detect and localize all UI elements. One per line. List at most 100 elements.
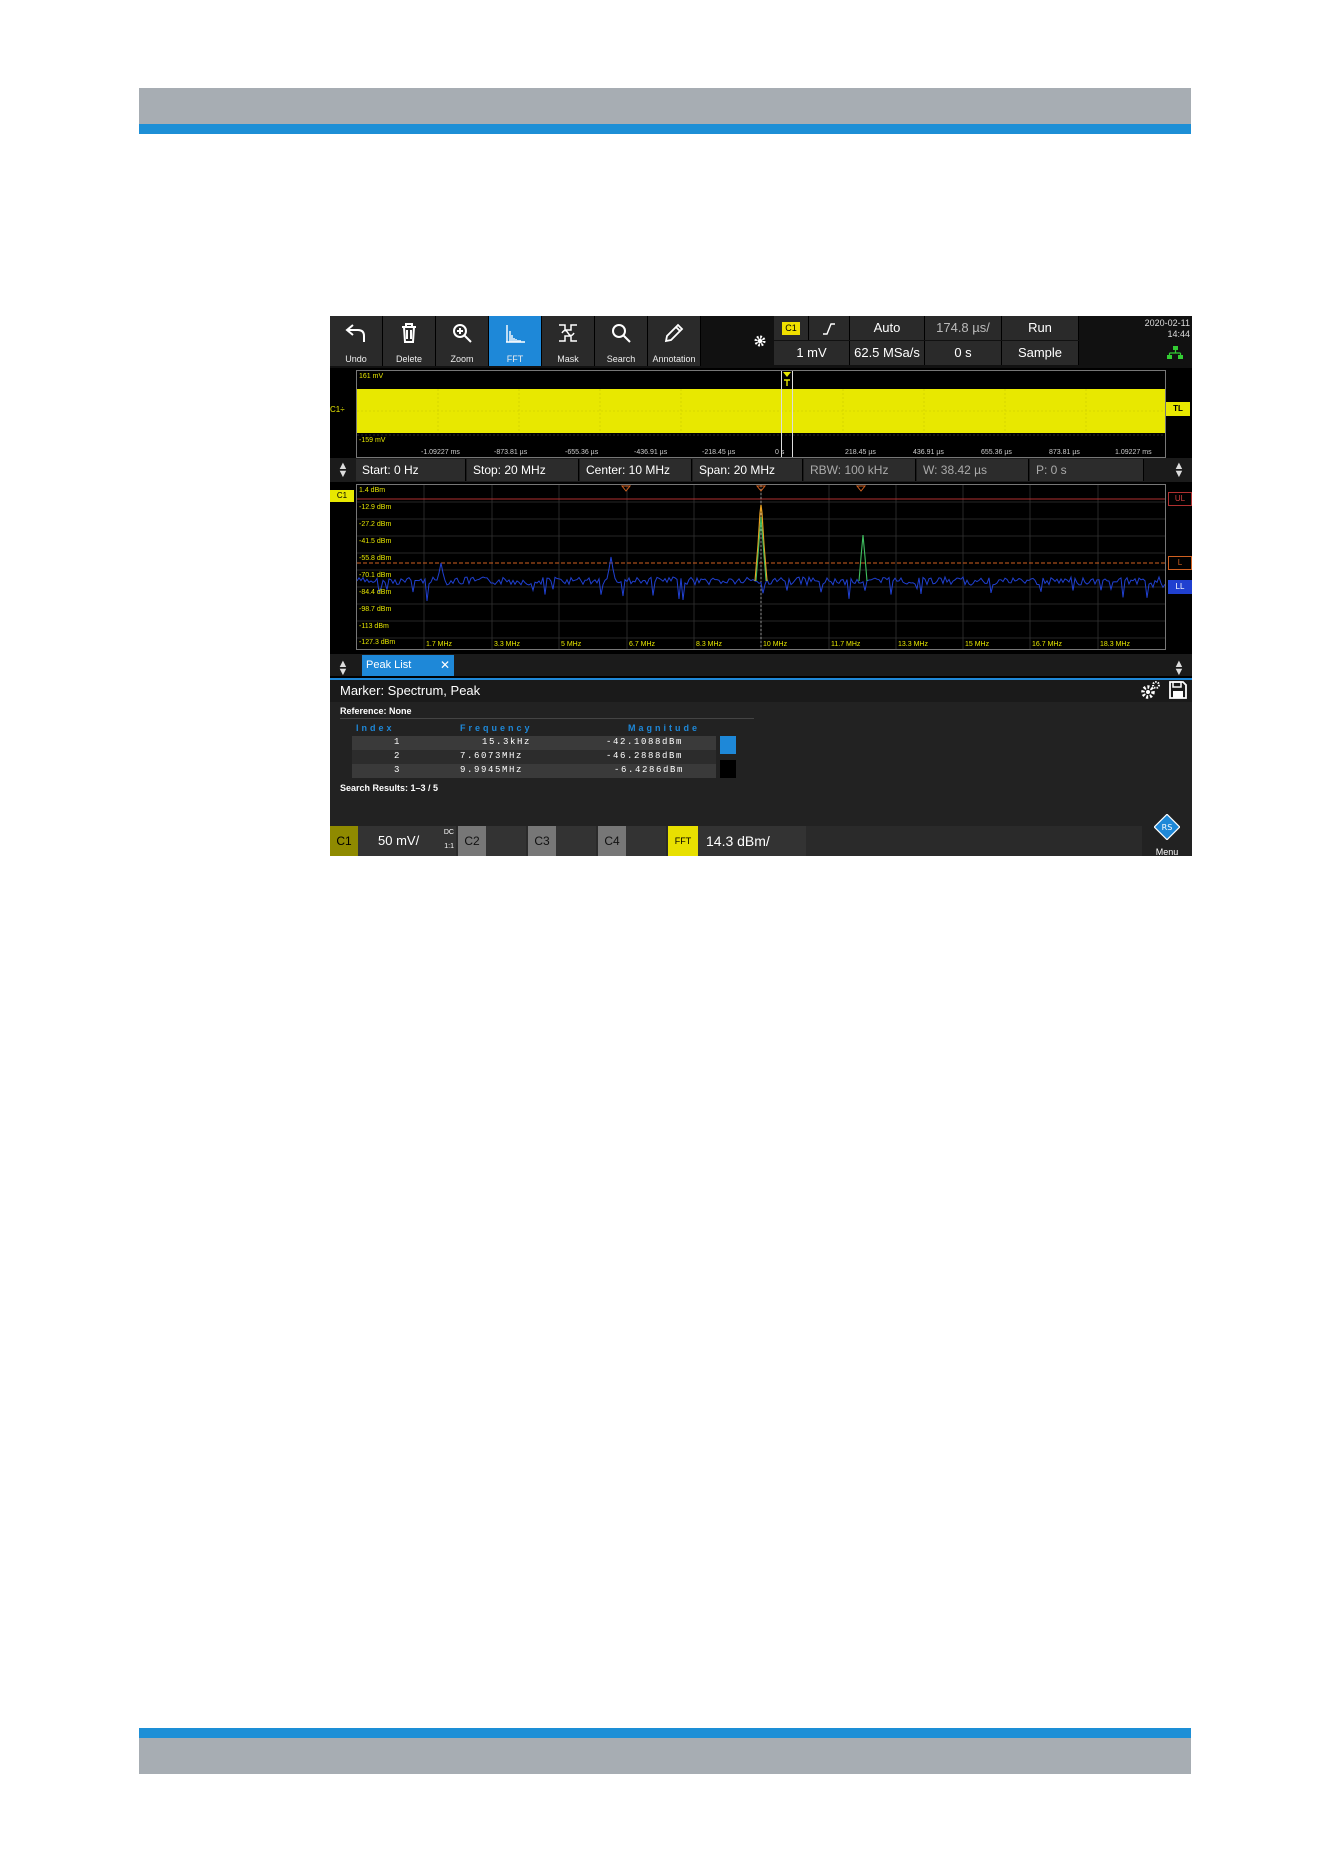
close-icon[interactable]: ✕ xyxy=(440,655,450,676)
spectrum-y-label: -41.5 dBm xyxy=(359,538,392,545)
channel-c4-settings[interactable] xyxy=(626,826,666,856)
cell-magnitude: -42.1088dBm xyxy=(606,737,684,747)
fft-tab[interactable]: FFT xyxy=(668,826,698,856)
table-row[interactable]: 1 15.3kHz -42.1088dBm xyxy=(352,736,716,750)
spectrum-y-label: -113 dBm xyxy=(359,623,389,630)
mask-button[interactable]: Mask xyxy=(542,316,595,366)
trash-icon xyxy=(402,323,416,343)
updown-icon[interactable]: ▲ ▼ xyxy=(336,659,350,678)
trigger-source-badge: C1 xyxy=(782,322,800,336)
annotation-button[interactable]: Annotation xyxy=(648,316,701,366)
spectrum-x-label: 11.7 MHz xyxy=(831,641,861,648)
peak-secondary-trace xyxy=(858,534,868,582)
lower-limit-tag[interactable]: LL xyxy=(1168,580,1192,594)
fft-icon xyxy=(506,325,525,343)
c1-scale: 50 mV/ xyxy=(378,833,420,848)
delete-button[interactable]: Delete xyxy=(383,316,436,366)
table-row[interactable]: 2 7.6073MHz -46.2888dBm xyxy=(352,750,716,764)
trigger-level-tag[interactable]: TL xyxy=(1166,402,1190,416)
cell-frequency: 9.9945MHz xyxy=(460,765,524,775)
spectrum-x-label: 10 MHz xyxy=(763,641,788,648)
trigger-edge[interactable] xyxy=(809,316,850,340)
updown-icon[interactable]: ▲ ▼ xyxy=(336,461,350,480)
spectrum-window[interactable]: W: 38.42 µs xyxy=(917,459,1029,481)
spectrum-span[interactable]: Span: 20 MHz xyxy=(693,459,803,481)
cell-frequency: 15.3kHz xyxy=(482,737,532,747)
spectrum-start[interactable]: Start: 0 Hz xyxy=(356,459,466,481)
cell-index: 1 xyxy=(394,737,402,747)
spectrum-settings-bar: ▲ ▼ Start: 0 Hz Stop: 20 MHz Center: 10 M… xyxy=(330,458,1192,482)
annotation-label: Annotation xyxy=(652,354,696,364)
search-label: Search xyxy=(606,354,636,364)
zoom-icon xyxy=(453,324,472,343)
cell-index: 2 xyxy=(394,751,402,761)
fft-scale[interactable]: 14.3 dBm/ xyxy=(698,826,806,856)
trigger-position-marker[interactable] xyxy=(781,371,793,457)
save-icon[interactable] xyxy=(1168,680,1188,700)
column-header-magnitude: Magnitude xyxy=(628,723,700,733)
spectrum-rbw[interactable]: RBW: 100 kHz xyxy=(804,459,916,481)
spectrum-x-label: 13.3 MHz xyxy=(898,641,928,648)
spectrum-channel-marker[interactable]: C1 xyxy=(330,490,354,502)
channel-c2-settings[interactable] xyxy=(486,826,526,856)
spectrum-x-label: 18.3 MHz xyxy=(1100,641,1130,648)
waveform-diagram[interactable]: 161 mV -159 mV -1.09227 ms -873.81 µs -6… xyxy=(356,370,1166,458)
spectrum-y-label: -98.7 dBm xyxy=(359,606,392,613)
spectrum-center[interactable]: Center: 10 MHz xyxy=(580,459,692,481)
time-tick: -436.91 µs xyxy=(634,449,668,456)
zoom-button[interactable]: Zoom xyxy=(436,316,489,366)
sample-rate[interactable]: 62.5 MSa/s xyxy=(850,341,925,365)
waveform-channel-label: C1 xyxy=(330,405,341,414)
horizontal-position[interactable]: 0 s xyxy=(925,341,1002,365)
cell-magnitude: -6.4286dBm xyxy=(614,765,685,775)
channel-c2-tab[interactable]: C2 xyxy=(458,826,486,856)
peak-list-header: Marker: Spectrum, Peak xyxy=(330,678,1192,702)
datetime: 2020-02-11 14:44 xyxy=(1140,318,1190,340)
updown-icon[interactable]: ▲ ▼ xyxy=(1172,659,1186,678)
channel-c1-tab[interactable]: C1 xyxy=(330,826,358,856)
zoom-label: Zoom xyxy=(450,354,474,364)
waveform-channel-marker[interactable]: C1÷ xyxy=(330,404,354,416)
row-color-swatch xyxy=(720,760,736,778)
svg-text:RS: RS xyxy=(1162,823,1173,832)
spectrum-y-label: -27.2 dBm xyxy=(359,521,392,528)
acquire-mode[interactable]: Sample xyxy=(1002,341,1079,365)
trigger-mode[interactable]: Auto xyxy=(850,316,925,340)
search-button[interactable]: Search xyxy=(595,316,648,366)
updown-icon[interactable]: ▲ ▼ xyxy=(1172,461,1186,480)
delete-label: Delete xyxy=(395,354,422,364)
time-scale[interactable]: 174.8 µs/ xyxy=(925,316,1002,340)
waveform-bottom-label: -159 mV xyxy=(359,437,386,444)
run-button[interactable]: Run xyxy=(1002,316,1079,340)
rising-edge-icon xyxy=(823,322,835,335)
trigger-level[interactable]: 1 mV xyxy=(774,341,850,365)
spectrum-stop[interactable]: Stop: 20 MHz xyxy=(467,459,579,481)
time-tick: 655.36 µs xyxy=(981,449,1012,456)
spectrum-position[interactable]: P: 0 s xyxy=(1030,459,1144,481)
channel-bar: C1 50 mV/ DC 1:1 C2 C3 C4 FFT 14.3 dBm/ … xyxy=(330,814,1192,856)
channel-c4-tab[interactable]: C4 xyxy=(598,826,626,856)
channel-c3-settings[interactable] xyxy=(556,826,596,856)
cell-index: 3 xyxy=(394,765,402,775)
undo-button[interactable]: Undo xyxy=(330,316,383,366)
fft-button[interactable]: FFT xyxy=(489,316,542,366)
table-row[interactable]: 3 9.9945MHz -6.4286dBm xyxy=(352,764,716,778)
spectrum-x-label: 8.3 MHz xyxy=(696,641,723,648)
trigger-source[interactable]: C1 xyxy=(774,316,809,340)
channel-c1-settings[interactable]: 50 mV/ DC 1:1 xyxy=(358,826,456,856)
header-gray-band xyxy=(139,88,1191,124)
upper-limit-tag[interactable]: UL xyxy=(1168,492,1192,506)
spectrum-y-label: -84.4 dBm xyxy=(359,589,392,596)
settings-column[interactable] xyxy=(747,316,772,368)
time-tick: 873.81 µs xyxy=(1049,449,1080,456)
time-tick: -1.09227 ms xyxy=(421,449,460,456)
results-footer xyxy=(330,794,1192,826)
tab-peak-list[interactable]: Peak List ✕ xyxy=(362,655,454,676)
undo-label: Undo xyxy=(345,354,367,364)
channel-c3-tab[interactable]: C3 xyxy=(528,826,556,856)
limit-tag[interactable]: L xyxy=(1168,556,1192,570)
menu-button[interactable]: RS Menu xyxy=(1142,814,1192,856)
settings-gear-icon[interactable] xyxy=(1140,680,1162,700)
spectrum-x-label: 15 MHz xyxy=(965,641,990,648)
spectrum-diagram[interactable]: 1.4 dBm -12.9 dBm -27.2 dBm -41.5 dBm -5… xyxy=(356,484,1166,650)
